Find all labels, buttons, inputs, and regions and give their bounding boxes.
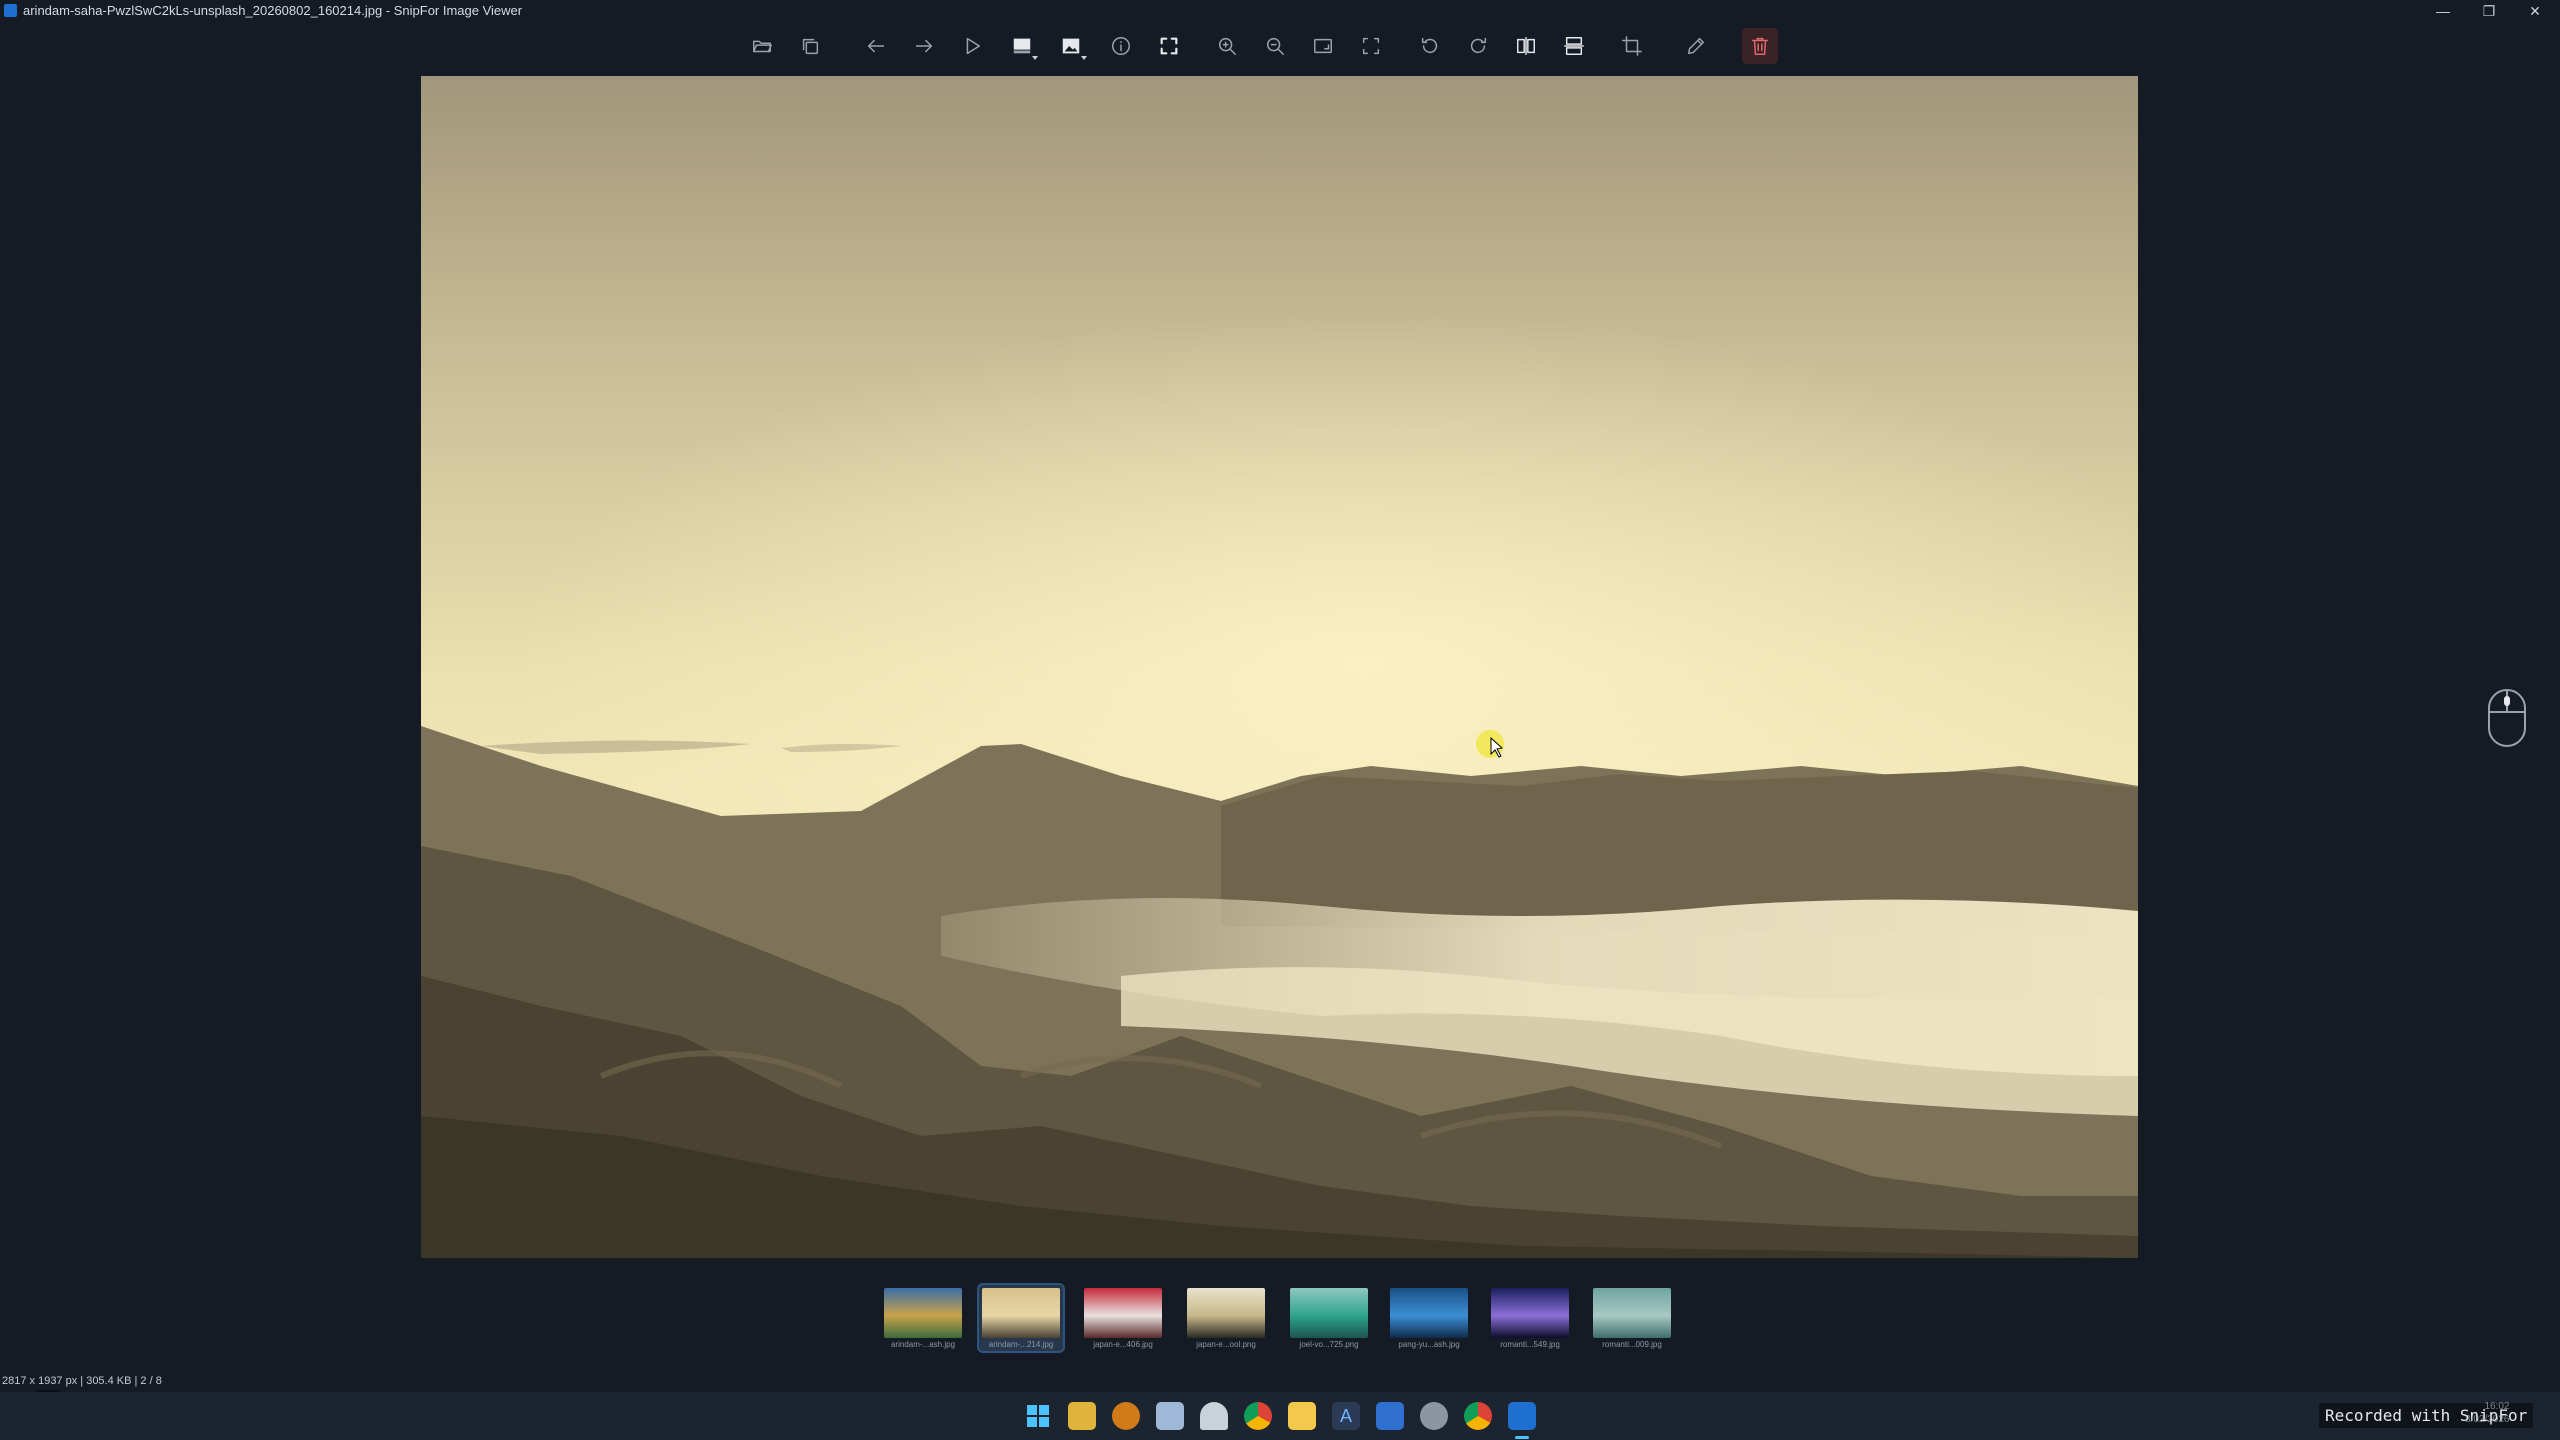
open-folder-button[interactable]	[744, 28, 780, 64]
thumbnail-strip: arindam-...ash.jpg arindam-...214.jpg japa…	[0, 1283, 2560, 1353]
fit-window-button[interactable]	[1305, 28, 1341, 64]
previous-button[interactable]	[858, 28, 894, 64]
zoom-in-button[interactable]	[1209, 28, 1245, 64]
crop-button[interactable]	[1614, 28, 1650, 64]
app-gears-icon[interactable]	[1156, 1402, 1184, 1430]
info-icon	[1112, 37, 1130, 55]
landscape-photo	[421, 76, 2138, 1258]
edit-button[interactable]	[1678, 28, 1714, 64]
toolbar	[740, 22, 1820, 68]
thumbnail-image	[1491, 1288, 1569, 1338]
taskbar: A	[0, 1392, 2560, 1440]
active-app-indicator	[1515, 1436, 1529, 1439]
fullscreen-button[interactable]	[1151, 28, 1187, 64]
actual-size-icon	[1362, 37, 1380, 55]
document-icon[interactable]	[1376, 1402, 1404, 1430]
flip-vertical-icon	[1564, 37, 1584, 55]
thumbnail-image	[1593, 1288, 1671, 1338]
main-image[interactable]	[421, 76, 2138, 1258]
thumbnail[interactable]: japan-e...ool.png	[1184, 1285, 1268, 1351]
thumbnail-label: japan-e...406.jpg	[1093, 1340, 1153, 1349]
filmstrip-icon	[1013, 38, 1031, 54]
next-button[interactable]	[906, 28, 942, 64]
play-icon	[966, 37, 981, 55]
fullscreen-icon	[1160, 37, 1178, 55]
folder-open-icon	[753, 40, 772, 53]
thumbnail[interactable]: joel-vo...725.png	[1287, 1285, 1371, 1351]
delete-button[interactable]	[1742, 28, 1778, 64]
app-a-icon[interactable]: A	[1332, 1402, 1360, 1430]
thumbnail-label: arindam-...214.jpg	[988, 1340, 1054, 1349]
thumbnail[interactable]: romanti...009.jpg	[1590, 1285, 1674, 1351]
actual-size-button[interactable]	[1353, 28, 1389, 64]
close-button[interactable]: ✕	[2512, 0, 2558, 22]
pencil-icon	[1687, 37, 1705, 55]
thumbnail-image	[1290, 1288, 1368, 1338]
rotate-left-button[interactable]	[1412, 28, 1448, 64]
thumbnail-label: romanti...549.jpg	[1500, 1340, 1560, 1349]
chevron-down-icon	[1081, 56, 1087, 60]
zoom-in-icon	[1218, 37, 1236, 55]
mouse-indicator-icon	[2487, 688, 2527, 748]
copy-icon	[802, 38, 819, 55]
copy-button[interactable]	[792, 28, 828, 64]
status-bar-info: 2817 x 1937 px | 305.4 KB | 2 / 8	[2, 1375, 162, 1387]
thumbnail-label: romanti...009.jpg	[1602, 1340, 1662, 1349]
trash-icon	[1751, 37, 1769, 55]
thumbnail[interactable]: romanti...549.jpg	[1488, 1285, 1572, 1351]
crop-icon	[1622, 36, 1642, 56]
fit-window-icon	[1314, 38, 1332, 54]
zoom-out-icon	[1266, 37, 1284, 55]
thumbnail-label: japan-e...ool.png	[1196, 1340, 1256, 1349]
image-icon	[1062, 38, 1080, 54]
chevron-down-icon	[1032, 56, 1038, 60]
thumbnail-label: arindam-...ash.jpg	[890, 1340, 956, 1349]
app-umbrella-icon[interactable]	[1200, 1402, 1228, 1430]
rotate-left-icon	[1421, 37, 1438, 54]
windows-start-icon[interactable]	[1024, 1402, 1052, 1430]
system-clock: 16:02 8/02/2026	[2465, 1400, 2510, 1426]
rotate-right-icon	[1470, 37, 1487, 54]
thumbnail-image	[1187, 1288, 1265, 1338]
settings-icon[interactable]	[1420, 1402, 1448, 1430]
flip-horizontal-icon	[1517, 37, 1535, 55]
thumbnail-label: pang-yu...ash.jpg	[1398, 1340, 1460, 1349]
thumbnail-label: joel-vo...725.png	[1299, 1340, 1359, 1349]
thumbnail-image	[1084, 1288, 1162, 1338]
rotate-right-button[interactable]	[1460, 28, 1496, 64]
clock-time: 16:02	[2484, 1401, 2510, 1412]
image-mode-button[interactable]	[1053, 28, 1089, 64]
title-bar: arindam-saha-PwzlSwC2kLs-unsplash_202608…	[0, 0, 2560, 22]
snipfor-viewer-icon[interactable]	[1508, 1402, 1536, 1430]
arrow-right-icon	[915, 39, 933, 53]
chrome-icon[interactable]	[1244, 1402, 1272, 1430]
file-explorer-icon[interactable]	[1068, 1402, 1096, 1430]
flip-vertical-button[interactable]	[1556, 28, 1592, 64]
thumbnail-image	[1390, 1288, 1468, 1338]
app-hex-icon[interactable]	[1112, 1402, 1140, 1430]
thumbnail[interactable]: arindam-...214.jpg	[977, 1283, 1065, 1353]
arrow-left-icon	[867, 39, 885, 53]
app-icon	[4, 4, 17, 17]
minimize-button[interactable]: —	[2420, 0, 2466, 22]
flip-horizontal-button[interactable]	[1508, 28, 1544, 64]
info-button[interactable]	[1103, 28, 1139, 64]
slideshow-button[interactable]	[954, 28, 990, 64]
window-title: arindam-saha-PwzlSwC2kLs-unsplash_202608…	[23, 3, 523, 18]
thumbnail-image	[982, 1288, 1060, 1338]
thumbnail[interactable]: pang-yu...ash.jpg	[1387, 1285, 1471, 1351]
zoom-out-button[interactable]	[1257, 28, 1293, 64]
clock-date: 8/02/2026	[2465, 1414, 2510, 1425]
restore-button[interactable]: ❐	[2466, 0, 2512, 22]
thumbnail[interactable]: japan-e...406.jpg	[1081, 1285, 1165, 1351]
thumbnail[interactable]: arindam-...ash.jpg	[881, 1285, 965, 1351]
chrome-profile-icon[interactable]	[1464, 1402, 1492, 1430]
thumbnail-image	[884, 1288, 962, 1338]
notes-icon[interactable]	[1288, 1402, 1316, 1430]
filmstrip-toggle-button[interactable]	[1004, 28, 1040, 64]
